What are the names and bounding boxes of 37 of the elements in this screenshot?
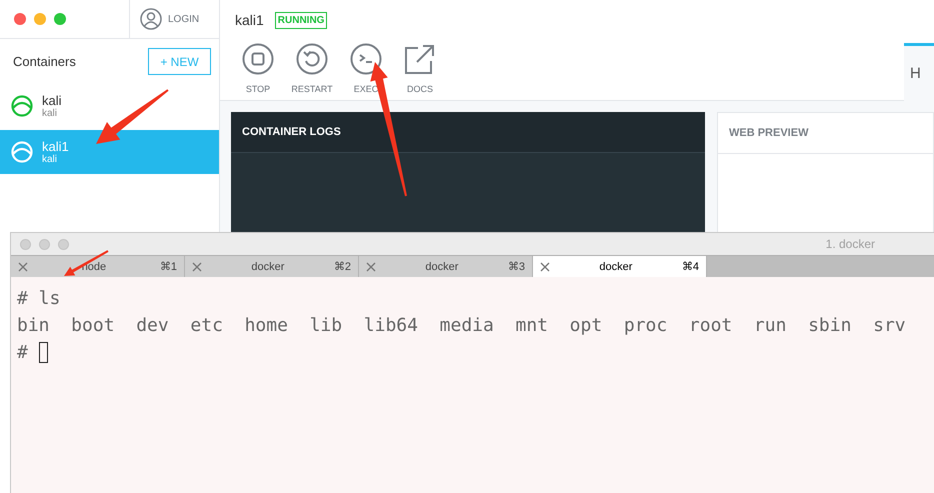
- close-icon[interactable]: [18, 262, 28, 272]
- close-icon[interactable]: [540, 262, 550, 272]
- status-badge: RUNNING: [274, 12, 328, 28]
- login-button[interactable]: LOGIN: [129, 0, 219, 38]
- external-link-icon: [404, 43, 436, 75]
- terminal-tab[interactable]: docker ⌘3: [359, 256, 533, 277]
- close-window-button[interactable]: [20, 238, 31, 250]
- close-window-button[interactable]: [14, 13, 26, 25]
- action-button[interactable]: DOCS: [394, 43, 446, 100]
- restart-icon: [296, 43, 328, 75]
- minimize-window-button[interactable]: [34, 13, 46, 25]
- terminal-icon: [350, 43, 382, 75]
- panel-title: WEB PREVIEW: [729, 127, 808, 139]
- panel-title: CONTAINER LOGS: [242, 126, 341, 138]
- container-status-icon: [11, 95, 33, 117]
- terminal-tab[interactable]: docker ⌘2: [185, 256, 359, 277]
- minimize-window-button[interactable]: [39, 238, 50, 250]
- container-name: kali1: [235, 12, 264, 28]
- terminal-line: bin boot dev etc home lib lib64 media mnt opt proc root run sbin srv: [17, 315, 906, 336]
- action-button[interactable]: STOP: [232, 43, 284, 100]
- close-icon[interactable]: [366, 262, 376, 272]
- stop-icon: [242, 43, 274, 75]
- window-title: 1. docker: [826, 237, 875, 251]
- action-button[interactable]: EXEC: [340, 43, 392, 100]
- container-status-icon: [11, 141, 33, 163]
- action-button[interactable]: RESTART: [286, 43, 338, 100]
- container-item[interactable]: kali kali: [0, 84, 219, 128]
- terminal-line: #: [17, 342, 29, 363]
- zoom-window-button[interactable]: [54, 13, 66, 25]
- containers-heading: Containers: [13, 54, 76, 69]
- tab[interactable]: H: [904, 43, 934, 101]
- user-icon: [140, 8, 162, 30]
- terminal-tab[interactable]: docker ⌘4: [533, 256, 707, 277]
- close-icon[interactable]: [192, 262, 202, 272]
- annotation-arrow: [64, 250, 108, 276]
- zoom-window-button[interactable]: [58, 238, 69, 250]
- terminal-line: # ls: [17, 288, 60, 309]
